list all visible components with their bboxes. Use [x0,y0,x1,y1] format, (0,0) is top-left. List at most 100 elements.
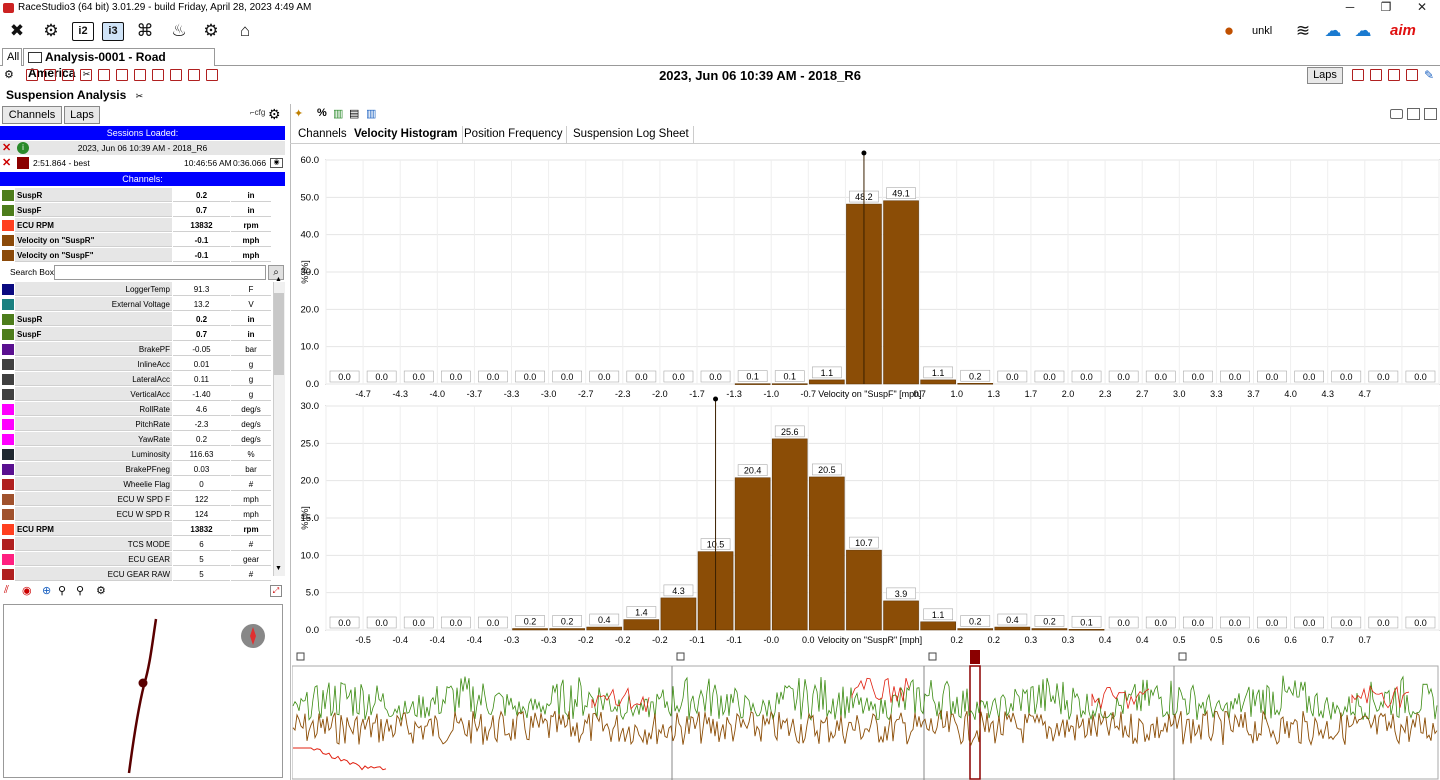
temperature-icon[interactable]: ♨ [168,20,190,42]
track-map[interactable] [3,604,283,778]
subtab-velocity-histogram[interactable]: Velocity Histogram [350,126,463,143]
subtab-position-frequency[interactable]: Position Frequency [460,126,568,143]
right-tool-icon-1[interactable] [1352,69,1364,81]
chart-view-icon-8[interactable] [152,69,164,81]
layout-grid-icon[interactable] [1424,108,1437,120]
chart-view-icon-4[interactable] [80,69,92,81]
chart-view-icon-5[interactable] [98,69,110,81]
channel-row[interactable]: RollRate 4.6 deg/s [0,402,285,417]
channel-color-swatch[interactable] [2,299,14,310]
chart-view-icon-1[interactable] [26,69,38,81]
map-settings-icon[interactable]: ⚙ [96,584,106,597]
channel-color-swatch[interactable] [2,434,14,445]
channel-color-swatch[interactable] [2,344,14,355]
channel-row[interactable]: Luminosity 116.63% [0,447,285,462]
channels-button[interactable]: Channels [2,106,62,124]
channel-row[interactable]: ECU GEAR RAW 5 # [0,567,285,582]
minimize-button[interactable]: ─ [1332,0,1368,16]
scroll-down-icon[interactable]: ▼ [275,565,282,572]
channel-color-swatch[interactable] [2,479,14,490]
zoom-out-icon[interactable]: ⚲ [76,584,84,597]
subtab-channels[interactable]: Channels [294,126,352,143]
percent-icon[interactable]: % [317,107,327,119]
right-tool-icon-4[interactable] [1406,69,1418,81]
chart-view-icon-3[interactable] [62,69,74,81]
selected-channel-row[interactable]: Velocity on "SuspR" -0.1 mph [0,233,285,248]
channel-row[interactable]: TCS MODE 6 # [0,537,285,552]
histogram-green-icon[interactable]: ▥ [333,107,343,120]
plugin-icon[interactable]: ⌂ [234,20,256,42]
map-export-icon[interactable]: ⤢ [270,585,282,597]
map-record-icon[interactable]: ◉ [22,584,32,597]
wrench-icon[interactable]: ✎ [1424,68,1434,82]
channel-color-swatch[interactable] [2,419,14,430]
channel-row[interactable]: LoggerTemp 91.3 F [0,282,285,297]
scroll-up-icon[interactable]: ▲ [275,276,282,283]
wifi-icon[interactable]: ≋ [1292,20,1314,42]
channel-row[interactable]: PitchRate -2.3 deg/s [0,417,285,432]
histogram-blue-icon[interactable]: ▥ [366,107,376,120]
channel-row[interactable]: ECU W SPD F 122 mph [0,492,285,507]
channel-color-swatch[interactable] [2,569,14,580]
eye-icon[interactable]: ◉ [270,158,283,168]
channel-row[interactable]: YawRate 0.2 deg/s [0,432,285,447]
transfer-icon[interactable]: ⚙ [200,20,222,42]
channel-color-swatch[interactable] [2,235,14,246]
close-window-button[interactable]: ✕ [1404,0,1440,16]
tab-analysis[interactable]: Analysis-0001 - Road America ✂ [23,48,215,80]
cfg-icon[interactable]: ⌐cfg [250,108,265,117]
scrollbar-thumb[interactable] [274,293,284,375]
track-icon[interactable]: ⌘ [134,20,156,42]
channel-color-swatch[interactable] [2,449,14,460]
chart-view-icon-11[interactable] [206,69,218,81]
channel-color-swatch[interactable] [2,359,14,370]
channel-row[interactable]: SuspR 0.2 in [0,312,285,327]
panel-tab-suspension[interactable]: Suspension Analysis ✂ [0,86,143,104]
ecu-cloud-icon[interactable]: ☁ [1352,20,1374,42]
chart-view-icon-10[interactable] [188,69,200,81]
channel-color-swatch[interactable] [2,329,14,340]
channel-color-swatch[interactable] [2,539,14,550]
settings-gear-icon[interactable]: ⚙ [40,20,62,42]
channel-row[interactable]: SuspF 0.7 in [0,327,285,342]
channel-color-swatch[interactable] [2,494,14,505]
layout-single-icon[interactable] [1390,109,1403,119]
lap-trace-overview[interactable] [292,648,1440,780]
channel-color-swatch[interactable] [2,464,14,475]
analysis-2-icon[interactable]: i2 [72,22,94,41]
chart-view-icon-2[interactable] [44,69,56,81]
panel-settings-icon[interactable]: ⚙ [268,106,281,123]
selected-channel-row[interactable]: ECU RPM 13832 rpm [0,218,285,233]
front-velocity-histogram[interactable]: 0.010.020.030.040.050.060.00.0 0.0 0.0 0.0 0… [296,150,1440,400]
laps-button[interactable]: Laps [1307,67,1343,84]
channel-color-swatch[interactable] [2,404,14,415]
channel-color-swatch[interactable] [2,205,14,216]
chart-view-icon-9[interactable] [170,69,182,81]
laps-tab-button[interactable]: Laps [64,106,100,124]
channel-color-swatch[interactable] [2,220,14,231]
histogram-outline-icon[interactable]: ▤ [349,107,359,120]
channel-color-swatch[interactable] [2,250,14,261]
map-line-icon[interactable]: ⫽ [4,584,9,597]
restore-button[interactable]: ❐ [1368,0,1404,16]
analysis-3-icon[interactable]: i3 [102,22,124,41]
channel-color-swatch[interactable] [2,284,14,295]
channel-row[interactable]: ECU RPM 13832 rpm [0,522,285,537]
chart-view-icon-7[interactable] [134,69,146,81]
tab-all[interactable]: All [2,48,22,66]
channel-row[interactable]: Wheelie Flag 0 # [0,477,285,492]
channel-row[interactable]: BrakePF -0.05 bar [0,342,285,357]
channel-color-swatch[interactable] [2,509,14,520]
channel-color-swatch[interactable] [2,190,14,201]
channel-color-swatch[interactable] [2,389,14,400]
chart-view-icon-6[interactable] [116,69,128,81]
layout-split-icon[interactable] [1407,108,1420,120]
lap-row[interactable]: ✕ 2:51.864 - best 10:46:56 AM 0:36.066 ◉ [0,156,285,170]
channel-row[interactable]: BrakePFneg 0.03 bar [0,462,285,477]
session-row[interactable]: ✕ i 2023, Jun 06 10:39 AM - 2018_R6 [0,141,285,155]
right-tool-icon-2[interactable] [1370,69,1382,81]
channel-row[interactable]: InlineAcc 0.01 g [0,357,285,372]
channel-color-swatch[interactable] [2,374,14,385]
user-avatar-icon[interactable]: ● [1218,20,1240,42]
close-panel-icon[interactable]: ✂ [136,91,144,101]
